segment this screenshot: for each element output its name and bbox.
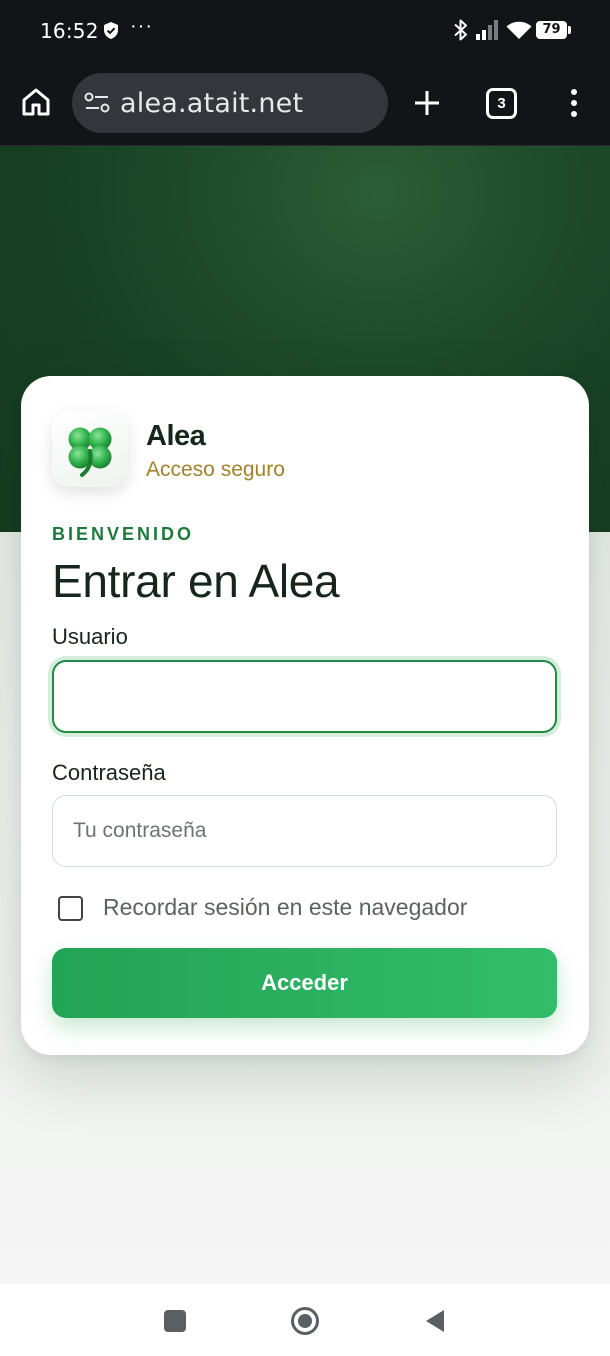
tabs-icon[interactable]: 3	[486, 88, 517, 119]
address-bar[interactable]: alea.atait.net	[72, 73, 388, 133]
password-input[interactable]	[52, 795, 557, 867]
more-dots-icon: ···	[130, 15, 153, 37]
shield-icon	[104, 22, 118, 39]
home-circle-icon[interactable]	[290, 1306, 320, 1336]
home-icon[interactable]	[20, 86, 52, 118]
username-label: Usuario	[52, 624, 128, 649]
username-input[interactable]	[52, 660, 557, 733]
page-title: Entrar en Alea	[52, 555, 340, 607]
remember-checkbox[interactable]	[58, 896, 83, 921]
plus-icon[interactable]	[410, 86, 444, 120]
system-nav-bar	[0, 1284, 610, 1356]
brand-subtitle: Acceso seguro	[146, 458, 285, 481]
four-leaf-clover-icon	[68, 427, 112, 477]
welcome-eyebrow: BIENVENIDO	[52, 524, 195, 544]
wifi-icon	[506, 21, 532, 39]
kebab-menu-icon[interactable]	[562, 86, 586, 120]
bluetooth-icon	[454, 19, 467, 41]
status-bar: 16:52 ··· 79	[0, 0, 610, 62]
remember-label[interactable]: Recordar sesión en este navegador	[103, 894, 467, 921]
browser-toolbar: alea.atait.net 3	[0, 62, 610, 146]
recents-icon[interactable]	[164, 1310, 186, 1332]
submit-button[interactable]: Acceder	[52, 948, 557, 1018]
signal-icon	[476, 20, 498, 40]
status-time: 16:52	[40, 19, 99, 43]
battery-level: 79	[536, 21, 567, 39]
battery-icon: 79	[536, 21, 572, 39]
password-label: Contraseña	[52, 760, 166, 785]
back-triangle-icon[interactable]	[424, 1308, 446, 1334]
brand-name: Alea	[146, 420, 206, 452]
login-card: Alea Acceso seguro BIENVENIDO Entrar en …	[21, 376, 589, 1055]
page-content: Alea Acceso seguro BIENVENIDO Entrar en …	[0, 146, 610, 1284]
site-info-icon[interactable]	[84, 92, 110, 114]
url-text[interactable]: alea.atait.net	[120, 88, 303, 119]
app-logo	[52, 411, 128, 487]
